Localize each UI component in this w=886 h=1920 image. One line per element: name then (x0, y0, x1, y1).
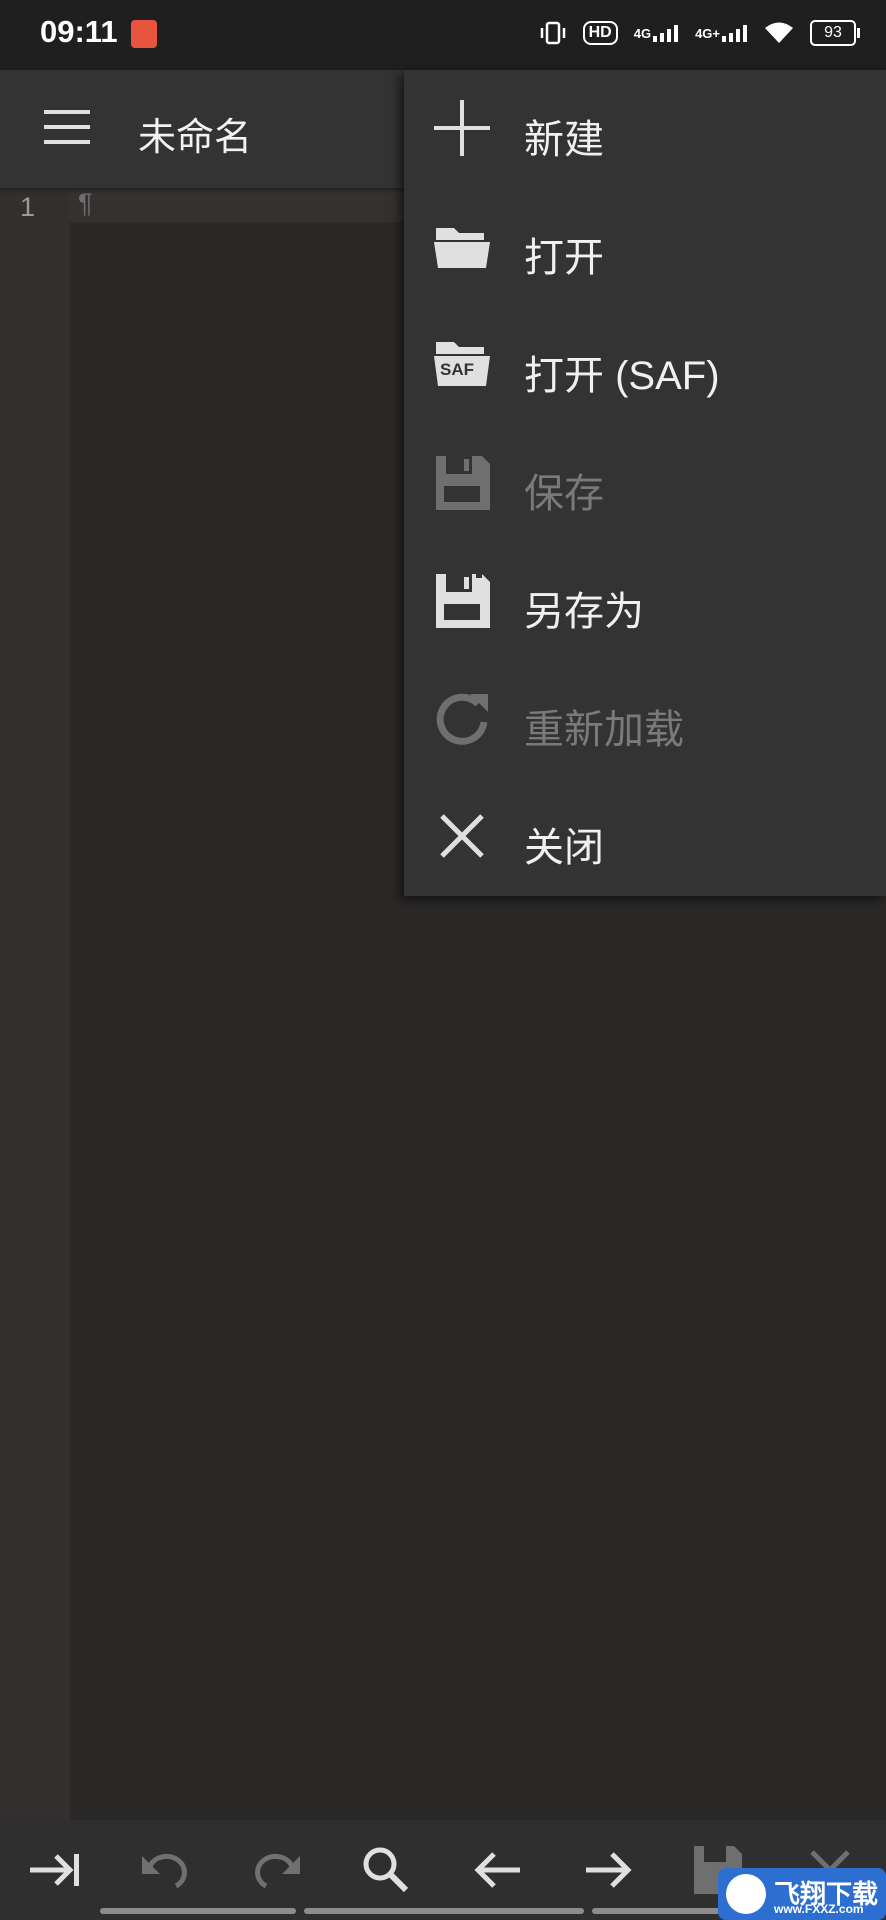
folder-saf-icon: SAF (432, 334, 492, 394)
hd-label: HD (582, 21, 618, 45)
menu-item-save-as[interactable]: 另存为 (404, 542, 886, 660)
app-notification-icon (131, 20, 157, 48)
watermark-logo: 飞翔下载 www.FXXZ.com (718, 1868, 886, 1920)
arrow-right-icon[interactable] (578, 1840, 638, 1900)
saf-badge: SAF (440, 360, 474, 379)
menu-item-save-label: 保存 (524, 472, 604, 516)
undo-icon[interactable] (136, 1840, 196, 1900)
menu-item-open-saf[interactable]: SAF 打开 (SAF) (404, 306, 886, 424)
wifi-icon (764, 16, 794, 50)
status-time: 09:11 (40, 14, 118, 49)
menu-item-reload-label: 重新加载 (524, 708, 684, 752)
tab-indent-icon[interactable] (24, 1840, 84, 1900)
folder-open-icon (432, 216, 492, 276)
menu-item-close[interactable]: 关闭 (404, 778, 886, 896)
arrow-left-icon[interactable] (468, 1840, 528, 1900)
document-title: 未命名 (138, 117, 253, 159)
status-bar: 09:11 HD 4G 4G+ 93 (0, 0, 886, 70)
search-icon[interactable] (356, 1840, 416, 1900)
line-number: 1 (20, 192, 36, 222)
menu-item-save-as-label: 另存为 (524, 590, 644, 634)
signal-label-2: 4G+ (695, 25, 720, 41)
file-menu: 新建 打开 SAF 打开 (SAF) 保存 另存为 重新加载 关闭 (404, 70, 886, 896)
hamburger-menu-icon[interactable] (44, 110, 92, 146)
signal-icon-2: 4G+ (695, 16, 748, 50)
save-as-icon (432, 570, 492, 630)
signal-icon-1: 4G (634, 16, 679, 50)
watermark-url: www.FXXZ.com (774, 1902, 864, 1916)
battery-icon: 93 (810, 20, 860, 46)
menu-item-open[interactable]: 打开 (404, 188, 886, 306)
menu-item-reload[interactable]: 重新加载 (404, 660, 886, 778)
reload-icon (432, 688, 492, 748)
save-icon (432, 452, 492, 512)
menu-item-open-saf-label: 打开 (SAF) (524, 354, 720, 398)
signal-label-1: 4G (633, 25, 652, 41)
menu-item-new[interactable]: 新建 (404, 70, 886, 188)
status-icons: HD 4G 4G+ 93 (539, 16, 860, 50)
menu-item-close-label: 关闭 (524, 826, 604, 870)
scroll-indicator-1 (100, 1908, 296, 1914)
redo-icon[interactable] (246, 1840, 306, 1900)
watermark-icon (726, 1874, 766, 1914)
close-icon (432, 806, 492, 866)
menu-item-new-label: 新建 (524, 118, 604, 162)
hd-icon: HD (582, 16, 618, 50)
plus-icon (432, 98, 492, 158)
scroll-indicator-2 (304, 1908, 584, 1914)
menu-item-open-label: 打开 (524, 236, 604, 280)
line-gutter (0, 188, 70, 1820)
menu-item-save[interactable]: 保存 (404, 424, 886, 542)
paragraph-marker: ¶ (78, 188, 93, 218)
vibrate-icon (539, 16, 567, 50)
